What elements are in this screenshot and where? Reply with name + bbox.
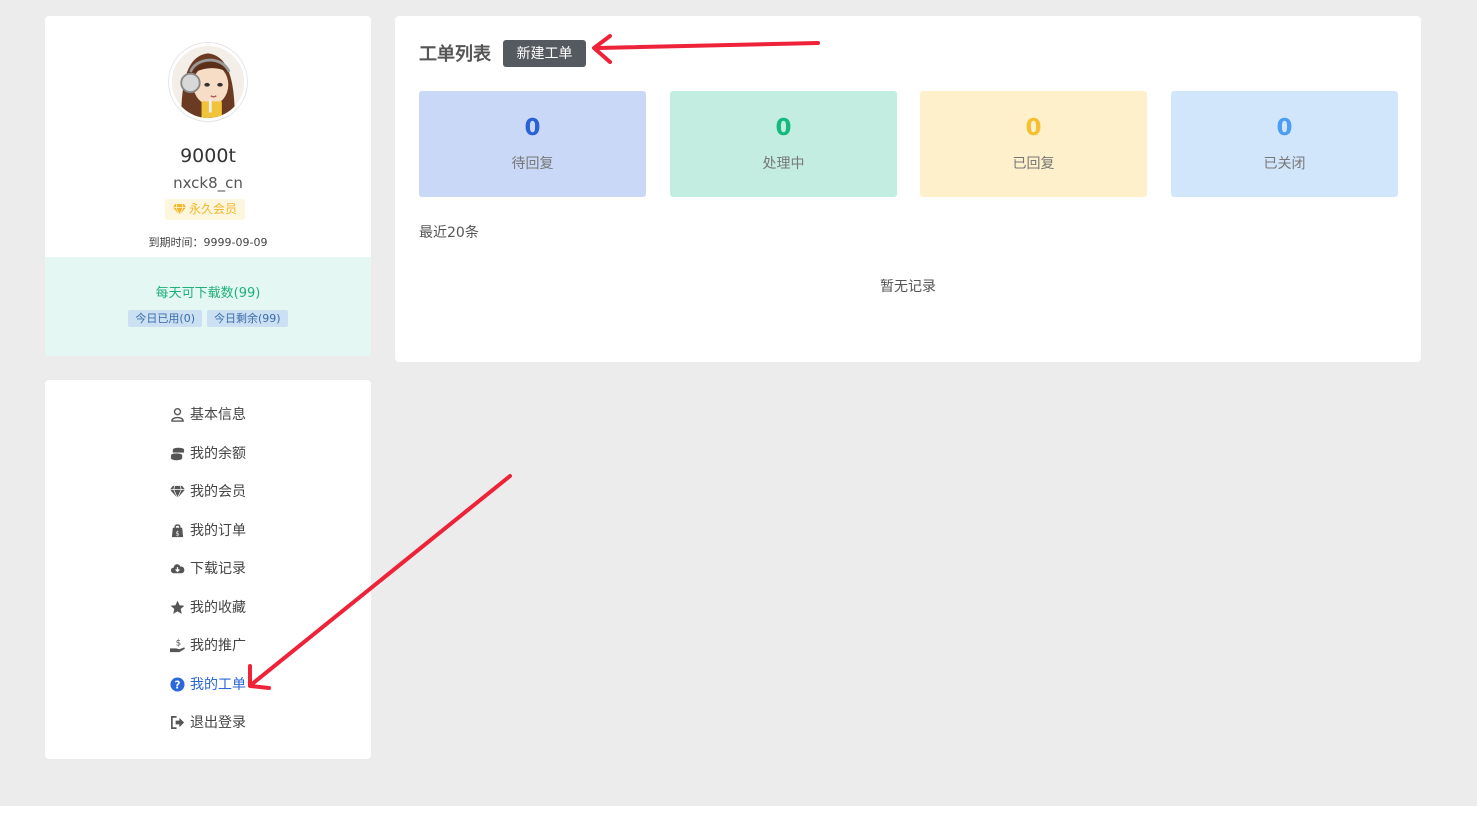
menu-label: 我的订单 (190, 523, 246, 539)
vip-badge: 永久会员 (165, 199, 246, 220)
stat-label: 处理中 (762, 156, 805, 172)
menu-label: 我的余额 (190, 446, 246, 462)
sign-out-icon (171, 715, 185, 729)
question-circle-icon: ? (170, 676, 185, 692)
empty-state: 暂无记录 (880, 279, 936, 295)
menu-label: 我的会员 (190, 484, 246, 500)
stat-processing[interactable]: 0 处理中 (670, 91, 897, 197)
stat-value: 0 (1025, 115, 1042, 141)
shopping-bag-icon: $ (171, 523, 184, 537)
user-icon (171, 407, 184, 422)
user-menu: 基本信息 我的余额 我的会员 $ 我的订单 下载记录 我的收藏 $ 我的推广 ?… (45, 380, 371, 759)
stat-pending[interactable]: 0 待回复 (419, 91, 646, 197)
coins-icon (170, 447, 185, 460)
page-title: 工单列表 (419, 44, 491, 65)
used-today-badge: 今日已用(0) (128, 310, 202, 327)
ticket-panel: 工单列表 新建工单 0 待回复 0 处理中 0 已回复 0 已关闭 最近20条 … (395, 16, 1421, 362)
avatar[interactable] (169, 43, 247, 121)
vip-label: 永久会员 (189, 202, 238, 216)
menu-label: 退出登录 (190, 715, 246, 731)
expire-date: 到期时间：9999-09-09 (148, 236, 268, 249)
menu-label: 下载记录 (190, 561, 246, 577)
diamond-icon (173, 204, 186, 215)
cloud-download-icon (170, 563, 185, 573)
menu-item-orders[interactable]: $ 我的订单 (45, 518, 371, 542)
stat-value: 0 (524, 115, 541, 141)
menu-item-downloads[interactable]: 下载记录 (45, 556, 371, 580)
menu-item-balance[interactable]: 我的余额 (45, 441, 371, 465)
svg-text:?: ? (175, 679, 181, 691)
stat-replied[interactable]: 0 已回复 (920, 91, 1147, 197)
menu-item-logout[interactable]: 退出登录 (45, 710, 371, 734)
menu-item-promotion[interactable]: $ 我的推广 (45, 633, 371, 657)
menu-item-basic-info[interactable]: 基本信息 (45, 402, 371, 426)
menu-label: 我的工单 (190, 677, 246, 693)
avatar-image (172, 46, 244, 118)
menu-label: 基本信息 (190, 407, 246, 423)
menu-label: 我的推广 (190, 638, 246, 654)
display-name: 9000t (180, 145, 236, 167)
menu-item-favorites[interactable]: 我的收藏 (45, 595, 371, 619)
menu-item-tickets[interactable]: ? 我的工单 (45, 672, 371, 696)
download-quota-box: 每天可下载数(99) 今日已用(0) 今日剩余(99) (45, 257, 371, 356)
svg-text:$: $ (175, 529, 179, 537)
new-ticket-button[interactable]: 新建工单 (503, 40, 586, 67)
stat-closed[interactable]: 0 已关闭 (1171, 91, 1398, 197)
stat-label: 已关闭 (1263, 156, 1306, 172)
svg-text:$: $ (176, 638, 181, 648)
hand-dollar-icon: $ (170, 638, 185, 652)
menu-label: 我的收藏 (190, 600, 246, 616)
menu-item-membership[interactable]: 我的会员 (45, 479, 371, 503)
username: nxck8_cn (173, 174, 243, 192)
footer-strip (0, 806, 1477, 817)
stat-value: 0 (1276, 115, 1293, 141)
stat-label: 待回复 (511, 156, 554, 172)
star-icon (170, 600, 185, 614)
stat-value: 0 (775, 115, 792, 141)
diamond-icon (170, 485, 185, 498)
profile-card: 9000t nxck8_cn 永久会员 到期时间：9999-09-09 每天可下… (45, 16, 371, 356)
recent-label: 最近20条 (419, 225, 479, 241)
stat-label: 已回复 (1012, 156, 1055, 172)
daily-quota-label: 每天可下载数(99) (155, 286, 261, 301)
remaining-today-badge: 今日剩余(99) (207, 310, 288, 327)
